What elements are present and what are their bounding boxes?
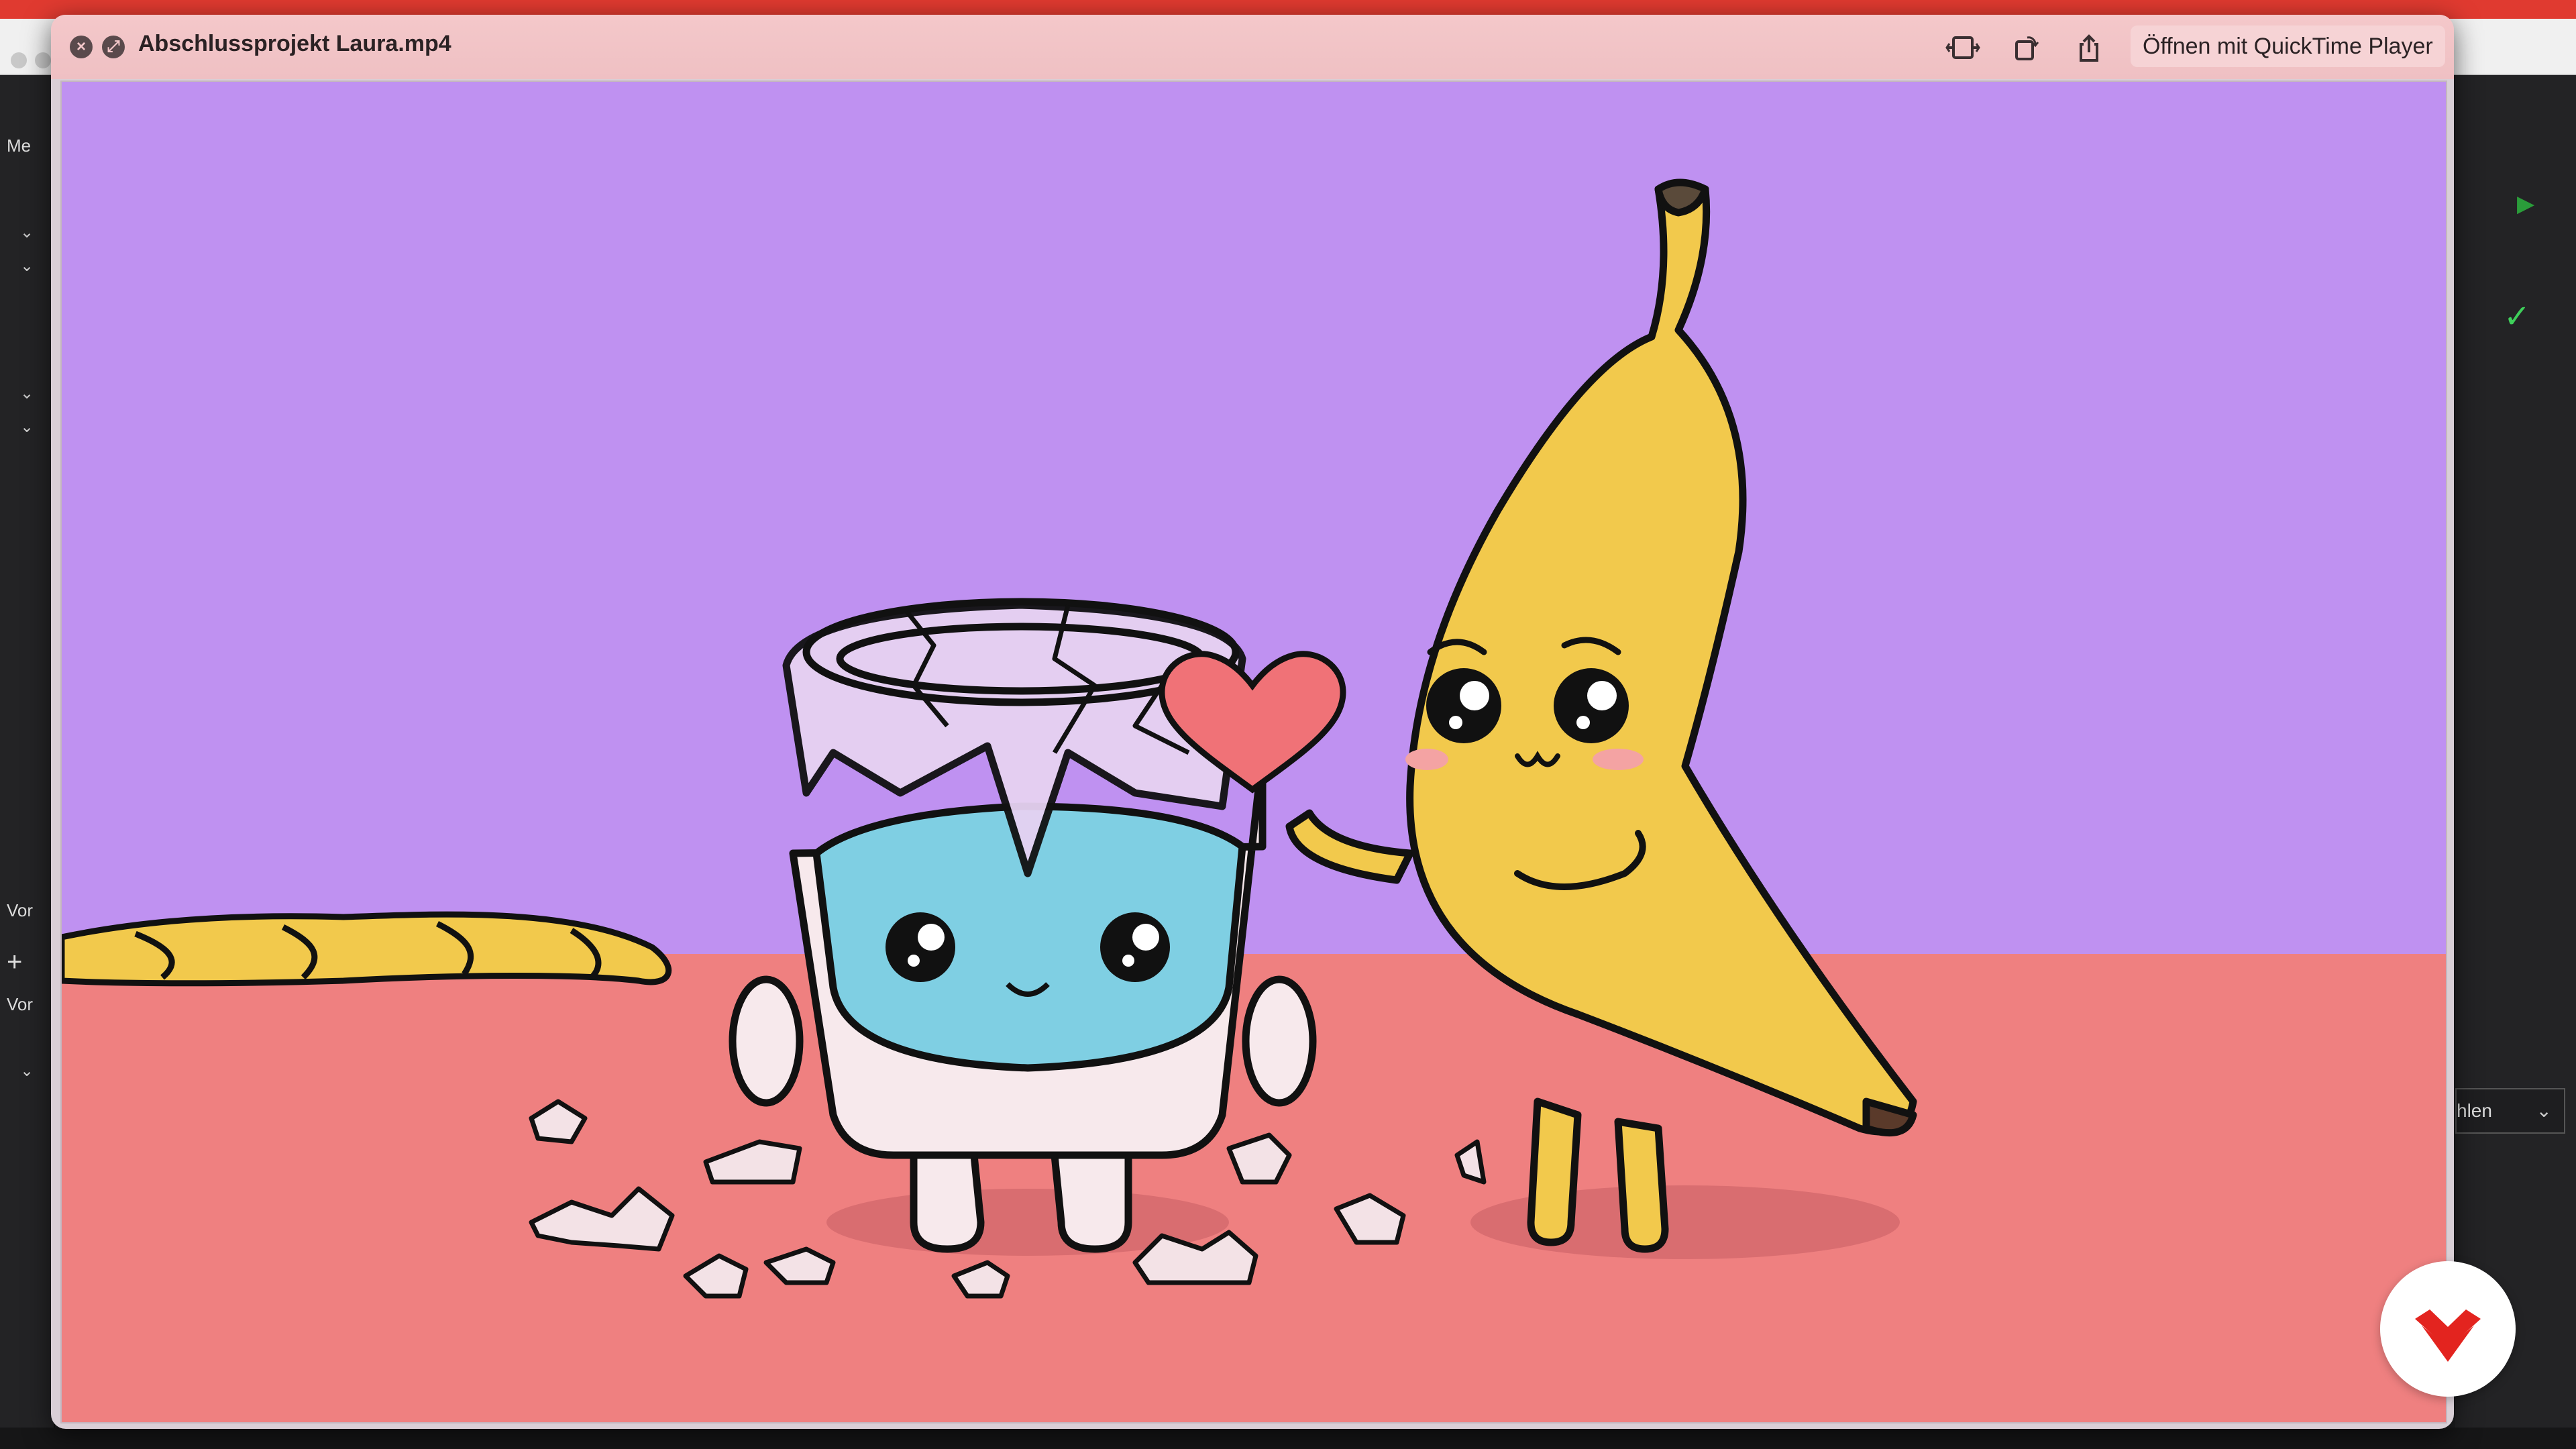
open-with-quicktime-button[interactable]: Öffnen mit QuickTime Player: [2131, 25, 2445, 67]
add-icon[interactable]: +: [7, 947, 47, 977]
bg-select-dropdown[interactable]: hlen ⌄: [2455, 1088, 2565, 1134]
video-frame[interactable]: [60, 80, 2447, 1424]
play-icon[interactable]: ▶: [2517, 191, 2534, 217]
background-app-left-panel: Me ⌄ ⌄ ⌄ ⌄ Vor + Vor ⌄: [0, 75, 55, 1444]
checkmark-icon[interactable]: ✓: [2504, 298, 2530, 335]
background-app-right-panel: ▶ ✓ hlen ⌄: [2455, 75, 2576, 1444]
bg-left-label-3: Vor: [7, 994, 34, 1014]
window-title: Abschlussprojekt Laura.mp4: [138, 31, 451, 56]
bg-close-dot[interactable]: [11, 52, 27, 68]
logo-mark-icon: [2415, 1309, 2481, 1362]
bg-minimize-dot[interactable]: [35, 52, 51, 68]
illustration-scene: [62, 82, 2446, 1422]
banana-peel: [62, 911, 672, 987]
bg-left-label-2: Vor: [7, 900, 34, 920]
bg-left-label-1: Me: [7, 136, 32, 156]
chevron-down-icon[interactable]: ⌄: [20, 1061, 34, 1081]
quicklook-header: × ⤢ Abschlussprojekt Laura.mp4 Öffnen mi…: [51, 15, 2454, 79]
app-logo-badge[interactable]: [2380, 1261, 2516, 1397]
banana-leg-right: [1614, 1118, 1669, 1253]
glass-arm-left: [729, 975, 804, 1107]
background-app-bottombar: [0, 1428, 2576, 1449]
glass-arm-right: [1242, 975, 1317, 1107]
quicklook-window: × ⤢ Abschlussprojekt Laura.mp4 Öffnen mi…: [51, 15, 2454, 1429]
chevron-down-icon[interactable]: ⌄: [20, 417, 34, 437]
trim-icon[interactable]: [1944, 32, 1982, 63]
fullscreen-icon[interactable]: ⤢: [102, 36, 125, 58]
chevron-down-icon: ⌄: [2536, 1100, 2552, 1121]
rotate-icon[interactable]: [2007, 32, 2045, 63]
share-icon[interactable]: [2070, 32, 2108, 63]
chevron-down-icon[interactable]: ⌄: [20, 223, 34, 242]
glass-leg-left: [910, 1151, 985, 1253]
chevron-down-icon[interactable]: ⌄: [20, 384, 34, 403]
glass-leg-right: [1051, 1151, 1132, 1253]
chevron-down-icon[interactable]: ⌄: [20, 256, 34, 276]
close-icon[interactable]: ×: [70, 36, 93, 58]
bg-select-label: hlen: [2457, 1100, 2492, 1121]
banana-leg-left: [1527, 1097, 1582, 1246]
